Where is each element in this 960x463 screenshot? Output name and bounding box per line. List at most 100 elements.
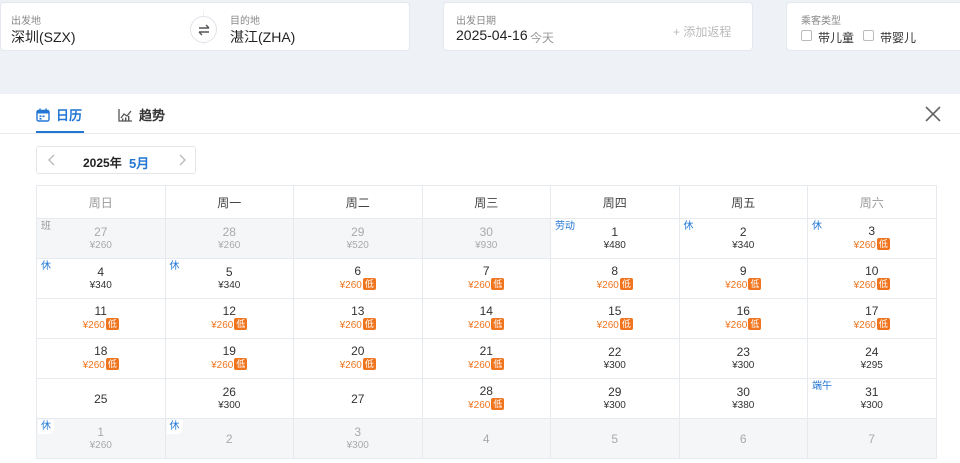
low-price-badge: 低 [491, 398, 505, 410]
calendar-day-cell[interactable]: 休 1 ¥260 [36, 418, 166, 459]
close-icon[interactable] [924, 105, 942, 123]
day-price-line: ¥260 [37, 439, 165, 453]
day-price: ¥260 [725, 280, 748, 291]
calendar-day-cell[interactable]: 10 ¥260 低 [807, 258, 937, 299]
date-input[interactable]: 2025-04-16 [456, 27, 528, 43]
day-number: 12 [222, 304, 236, 318]
calendar-day-cell[interactable]: 14 ¥260 低 [421, 298, 551, 339]
calendar-day-cell[interactable]: 28 ¥260 低 [421, 378, 551, 419]
low-price-badge: 低 [362, 278, 376, 290]
calendar-day-cell[interactable]: 25 [36, 378, 166, 419]
day-number: 20 [351, 344, 365, 358]
day-number: 16 [736, 304, 750, 318]
calendar-day-cell[interactable]: 劳动 1 ¥480 [550, 218, 680, 259]
infant-checkbox[interactable] [863, 30, 874, 41]
day-number: 4 [97, 264, 105, 279]
swap-button[interactable] [190, 16, 217, 43]
calendar-day-cell[interactable]: 7 [807, 418, 937, 459]
day-number: 11 [94, 304, 107, 318]
calendar-day-cell[interactable]: 休 4 ¥340 [36, 258, 166, 299]
day-price: ¥260 [218, 239, 241, 251]
date-card: 出发日期 2025-04-16 今天 + 添加返程 [443, 2, 753, 51]
calendar-day-cell[interactable]: 休 3 ¥260 低 [807, 218, 937, 259]
low-price-badge: 低 [234, 318, 248, 330]
low-price-badge: 低 [491, 318, 505, 330]
day-price-line: ¥260 低 [166, 318, 294, 333]
calendar-day-cell[interactable]: 17 ¥260 低 [807, 298, 937, 339]
day-price-line: ¥260 低 [680, 318, 808, 333]
day-number: 21 [479, 344, 493, 358]
holiday-tag: 劳动 [552, 220, 578, 234]
day-number: 19 [222, 344, 236, 358]
calendar-day-cell[interactable]: 7 ¥260 低 [421, 258, 551, 299]
holiday-tag: 端午 [809, 380, 835, 394]
low-price-badge: 低 [362, 318, 376, 330]
day-price-line: ¥260 低 [37, 318, 165, 333]
calendar-day-cell[interactable]: 21 ¥260 低 [421, 338, 551, 379]
calendar-day-cell[interactable]: 22 ¥300 [550, 338, 680, 379]
calendar-day-cell[interactable]: 12 ¥260 低 [164, 298, 294, 339]
add-return-button[interactable]: + 添加返程 [673, 23, 731, 40]
calendar-day-cell[interactable]: 29 ¥300 [550, 378, 680, 419]
calendar-day-cell[interactable]: 休2 [164, 418, 294, 459]
chevron-right-icon[interactable] [175, 153, 189, 167]
calendar-day-cell[interactable]: 18 ¥260 低 [36, 338, 166, 379]
day-price: ¥300 [603, 359, 626, 371]
calendar-day-cell[interactable]: 19 ¥260 低 [164, 338, 294, 379]
calendar-week-row: 11 ¥260 低 12 ¥260 低 13 ¥260 低 14 ¥260 低 15 ¥260 低 16 ¥26… [36, 298, 937, 339]
day-price-line: ¥260 低 [551, 278, 679, 293]
day-number: 9 [739, 264, 747, 278]
calendar-day-cell[interactable]: 8 ¥260 低 [550, 258, 680, 299]
calendar-day-cell[interactable]: 5 [550, 418, 680, 459]
tab-trend[interactable]: 趋势 [118, 105, 165, 124]
swap-arrows-icon [198, 24, 209, 35]
calendar-day-cell[interactable]: 24 ¥295 [807, 338, 937, 379]
to-input[interactable]: 湛江(ZHA) [230, 27, 295, 47]
day-price-line: ¥300 [166, 399, 294, 413]
calendar-week-row: 18 ¥260 低 19 ¥260 低 20 ¥260 低 21 ¥260 低 22 ¥300 23 ¥300… [36, 338, 937, 379]
calendar-day-cell[interactable]: 6 ¥260 低 [293, 258, 423, 299]
calendar-day-cell[interactable]: 6 [678, 418, 808, 459]
calendar-day-cell[interactable]: 27 [293, 378, 423, 419]
day-number: 14 [479, 304, 493, 318]
day-price-line: ¥380 [680, 399, 808, 413]
chevron-left-icon[interactable] [45, 153, 59, 167]
calendar-day-cell[interactable]: 30 ¥930 [421, 218, 551, 259]
child-label[interactable]: 带儿童 [818, 29, 854, 46]
calendar-day-cell[interactable]: 13 ¥260 低 [293, 298, 423, 339]
day-number: 29 [351, 224, 365, 239]
month-label[interactable]: 5月 [129, 153, 149, 172]
child-checkbox[interactable] [801, 30, 812, 41]
day-price-line: ¥300 [294, 439, 422, 453]
calendar-week-row: 班 27 ¥260 28 ¥260 29 ¥520 30 ¥930 劳动 1 ¥480 休 2 ¥340 休 3… [36, 218, 937, 259]
infant-label[interactable]: 带婴儿 [880, 29, 916, 46]
day-price: ¥260 [468, 320, 491, 331]
calendar-day-cell[interactable]: 4 [421, 418, 551, 459]
calendar-day-cell[interactable]: 20 ¥260 低 [293, 338, 423, 379]
calendar-day-cell[interactable]: 30 ¥380 [678, 378, 808, 419]
day-price-line: ¥260 低 [37, 358, 165, 373]
calendar-day-cell[interactable]: 11 ¥260 低 [36, 298, 166, 339]
calendar-day-cell[interactable]: 9 ¥260 低 [678, 258, 808, 299]
day-number: 3 [354, 424, 362, 439]
calendar-day-cell[interactable]: 端午 31 ¥300 [807, 378, 937, 419]
calendar-day-cell[interactable]: 28 ¥260 [164, 218, 294, 259]
calendar-day-cell[interactable]: 29 ¥520 [293, 218, 423, 259]
calendar-day-cell[interactable]: 班 27 ¥260 [36, 218, 166, 259]
calendar-day-cell[interactable]: 3 ¥300 [293, 418, 423, 459]
tab-calendar[interactable]: 日历 [36, 105, 82, 124]
day-price-line: ¥340 [37, 279, 165, 293]
calendar-day-cell[interactable]: 16 ¥260 低 [678, 298, 808, 339]
calendar-day-cell[interactable]: 26 ¥300 [164, 378, 294, 419]
price-calendar: 周日 周一 周二 周三 周四 周五 周六 班 27 ¥260 28 ¥260 29 ¥520 30 ¥930… [36, 185, 937, 459]
calendar-day-cell[interactable]: 休 5 ¥340 [164, 258, 294, 299]
day-number: 28 [479, 384, 493, 398]
weekday-header: 周日 周一 周二 周三 周四 周五 周六 [36, 185, 937, 219]
calendar-day-cell[interactable]: 休 2 ¥340 [678, 218, 808, 259]
tab-trend-label: 趋势 [139, 108, 166, 123]
from-input[interactable]: 深圳(SZX) [11, 27, 76, 47]
calendar-day-cell[interactable]: 23 ¥300 [678, 338, 808, 379]
day-price-line: ¥260 低 [808, 318, 936, 333]
calendar-day-cell[interactable]: 15 ¥260 低 [550, 298, 680, 339]
day-number: 15 [608, 304, 622, 318]
